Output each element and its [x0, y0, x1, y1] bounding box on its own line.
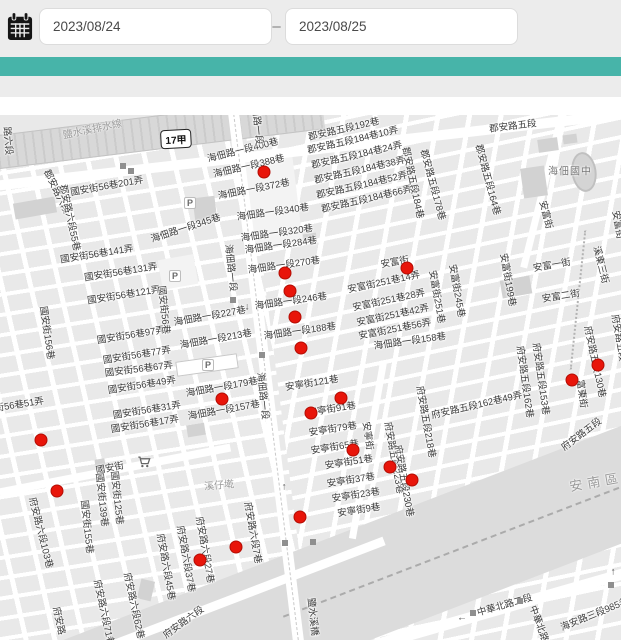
- map-marker[interactable]: [566, 374, 579, 387]
- app-window: – 海佃路一段400巷海佃路一段388巷海佃路一段372巷海佃路一段340巷海佃…: [0, 0, 621, 640]
- map-marker[interactable]: [305, 407, 318, 420]
- road-marker-square: [120, 163, 126, 169]
- school-label: 海佃國中: [548, 163, 592, 178]
- map-marker[interactable]: [289, 311, 302, 324]
- route-17a-badge: 17甲: [160, 129, 192, 150]
- parking-icon: P: [169, 270, 181, 282]
- map-marker[interactable]: [592, 359, 605, 372]
- road-marker-square: [128, 168, 134, 174]
- place-label: 溪仔墘: [203, 475, 234, 493]
- school-building: [520, 165, 548, 198]
- road-marker-square: [608, 582, 614, 588]
- parking-icon: P: [184, 197, 196, 209]
- map-marker[interactable]: [294, 511, 307, 524]
- date-to-input[interactable]: [285, 8, 518, 45]
- one-way-arrow-icon: ←: [457, 613, 467, 624]
- map-marker[interactable]: [230, 541, 243, 554]
- street-label: 路六段: [1, 126, 13, 155]
- map-marker[interactable]: [194, 554, 207, 567]
- map-marker[interactable]: [401, 262, 414, 275]
- one-way-arrow-icon: ↑: [282, 482, 287, 493]
- date-range-separator: –: [268, 18, 285, 35]
- map-marker[interactable]: [406, 474, 419, 487]
- map-marker[interactable]: [279, 267, 292, 280]
- parking-icon: P: [202, 359, 214, 371]
- supermarket-cart-icon: [138, 456, 151, 469]
- accent-bar: [0, 57, 621, 76]
- one-way-arrow-icon: ↑: [611, 567, 616, 578]
- one-way-arrow-icon: ↓: [245, 302, 250, 313]
- building: [537, 137, 559, 153]
- building: [562, 134, 577, 145]
- map-marker[interactable]: [216, 393, 229, 406]
- road-marker-square: [517, 598, 523, 604]
- date-range-toolbar: –: [0, 0, 621, 57]
- map-marker[interactable]: [51, 485, 64, 498]
- map-marker[interactable]: [284, 285, 297, 298]
- date-from-input[interactable]: [39, 8, 272, 45]
- map-marker[interactable]: [347, 444, 360, 457]
- road-marker-square: [230, 297, 236, 303]
- map-marker[interactable]: [295, 342, 308, 355]
- calendar-icon[interactable]: [7, 12, 33, 42]
- map-marker[interactable]: [384, 461, 397, 474]
- road-marker-square: [310, 539, 316, 545]
- road-marker-square: [470, 610, 476, 616]
- map-marker[interactable]: [35, 434, 48, 447]
- map-marker[interactable]: [335, 392, 348, 405]
- road-marker-square: [282, 540, 288, 546]
- map-canvas[interactable]: 海佃路一段400巷海佃路一段388巷海佃路一段372巷海佃路一段340巷海佃路一…: [0, 115, 621, 640]
- road-marker-square: [259, 352, 265, 358]
- map-marker[interactable]: [258, 166, 271, 179]
